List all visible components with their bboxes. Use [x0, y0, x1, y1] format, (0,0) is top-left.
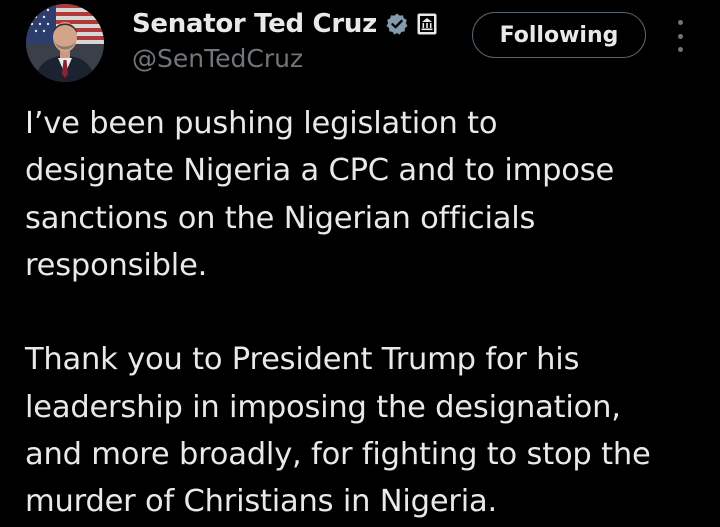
more-dot	[677, 20, 683, 25]
avatar[interactable]	[26, 4, 104, 82]
tweet-text-line: I’ve been pushing legislation to	[25, 106, 498, 141]
tweet-text-line: and more broadly, for fighting to stop t…	[25, 437, 651, 473]
following-button[interactable]: Following	[472, 12, 646, 58]
tweet-text-line: responsible.	[25, 247, 208, 283]
government-building-icon[interactable]	[417, 13, 437, 35]
more-dot	[677, 33, 683, 39]
more-options-icon[interactable]	[670, 20, 690, 52]
author-handle[interactable]: @SenTedCruz	[132, 44, 303, 73]
tweet-text-line: sanctions on the Nigerian officials	[25, 200, 536, 236]
tweet-text-line: murder of Christians in Nigeria.	[25, 484, 497, 520]
tweet-text-line: Thank you to President Trump for his	[25, 342, 580, 378]
paragraph-break	[25, 289, 715, 336]
profile-photo	[26, 4, 104, 82]
verified-badge-icon[interactable]	[385, 12, 409, 36]
tweet: Senator Ted Cruz @SenTedCruz Following I…	[0, 0, 720, 527]
author-name-row: Senator Ted Cruz	[132, 6, 437, 42]
tweet-text-line: leadership in imposing the designation,	[25, 389, 621, 425]
more-dot	[677, 47, 683, 52]
author-display-name[interactable]: Senator Ted Cruz	[132, 9, 377, 39]
tweet-text-line: designate Nigeria a CPC and to impose	[25, 153, 615, 189]
tweet-text: I’ve been pushing legislation to designa…	[25, 100, 715, 526]
